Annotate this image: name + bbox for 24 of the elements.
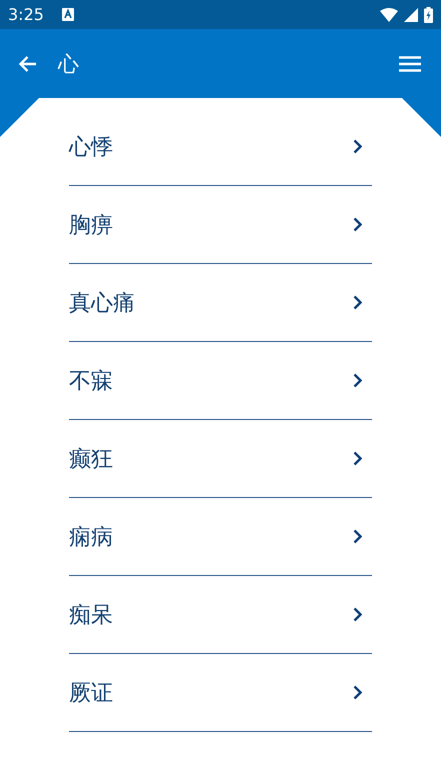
status-time: 3:25 bbox=[8, 5, 44, 24]
list-item[interactable]: 真心痛 bbox=[69, 264, 372, 342]
chevron-icon bbox=[353, 685, 362, 700]
chevron-icon bbox=[353, 529, 362, 544]
chevron-icon bbox=[353, 295, 362, 310]
back-arrow-icon bbox=[18, 54, 38, 74]
chevron-icon bbox=[353, 451, 362, 466]
chevron-icon bbox=[353, 217, 362, 232]
list-item[interactable]: 厥证 bbox=[69, 654, 372, 732]
list-item[interactable]: 胸痹 bbox=[69, 186, 372, 264]
list-item[interactable]: 心悸 bbox=[69, 108, 372, 186]
list-item[interactable]: 痫病 bbox=[69, 498, 372, 576]
notification-icon bbox=[62, 8, 74, 21]
screen-title: 心 bbox=[58, 50, 79, 78]
list-item[interactable]: 不寐 bbox=[69, 342, 372, 420]
signal-icon bbox=[404, 8, 418, 22]
menu-icon bbox=[399, 56, 421, 72]
battery-icon bbox=[424, 6, 433, 22]
list-item[interactable]: 痴呆 bbox=[69, 576, 372, 654]
list-item[interactable]: 癫狂 bbox=[69, 420, 372, 498]
chevron-icon bbox=[353, 139, 362, 154]
chevron-icon bbox=[353, 373, 362, 388]
chevron-icon bbox=[353, 607, 362, 622]
wifi-icon bbox=[380, 8, 398, 22]
